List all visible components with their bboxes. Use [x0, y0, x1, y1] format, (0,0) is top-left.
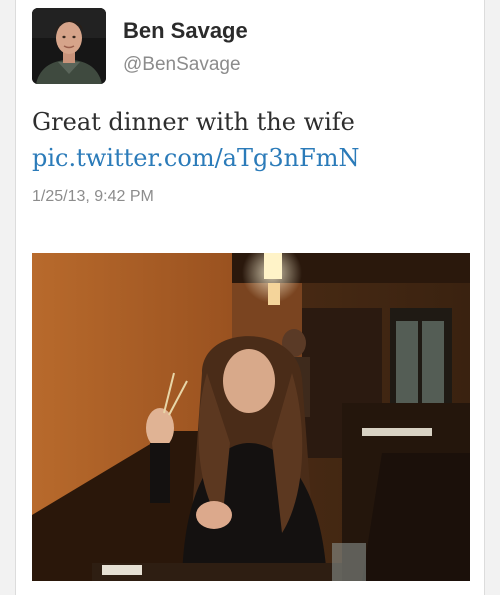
- tweet-card: Ben Savage @BenSavage Great dinner with …: [15, 0, 485, 595]
- tweet-text: Great dinner with the wife pic.twitter.c…: [32, 104, 359, 176]
- tweet-body: Great dinner with the wife: [32, 108, 355, 136]
- avatar-photo-icon: [32, 8, 106, 84]
- author-display-name[interactable]: Ben Savage: [123, 18, 248, 44]
- tweet-timestamp[interactable]: 1/25/13, 9:42 PM: [32, 188, 154, 206]
- avatar[interactable]: [32, 8, 106, 84]
- tweet-photo[interactable]: [32, 253, 470, 581]
- restaurant-photo-icon: [32, 253, 470, 581]
- tweet-media-link[interactable]: pic.twitter.com/aTg3nFmN: [32, 140, 359, 176]
- author-handle[interactable]: @BenSavage: [123, 54, 241, 76]
